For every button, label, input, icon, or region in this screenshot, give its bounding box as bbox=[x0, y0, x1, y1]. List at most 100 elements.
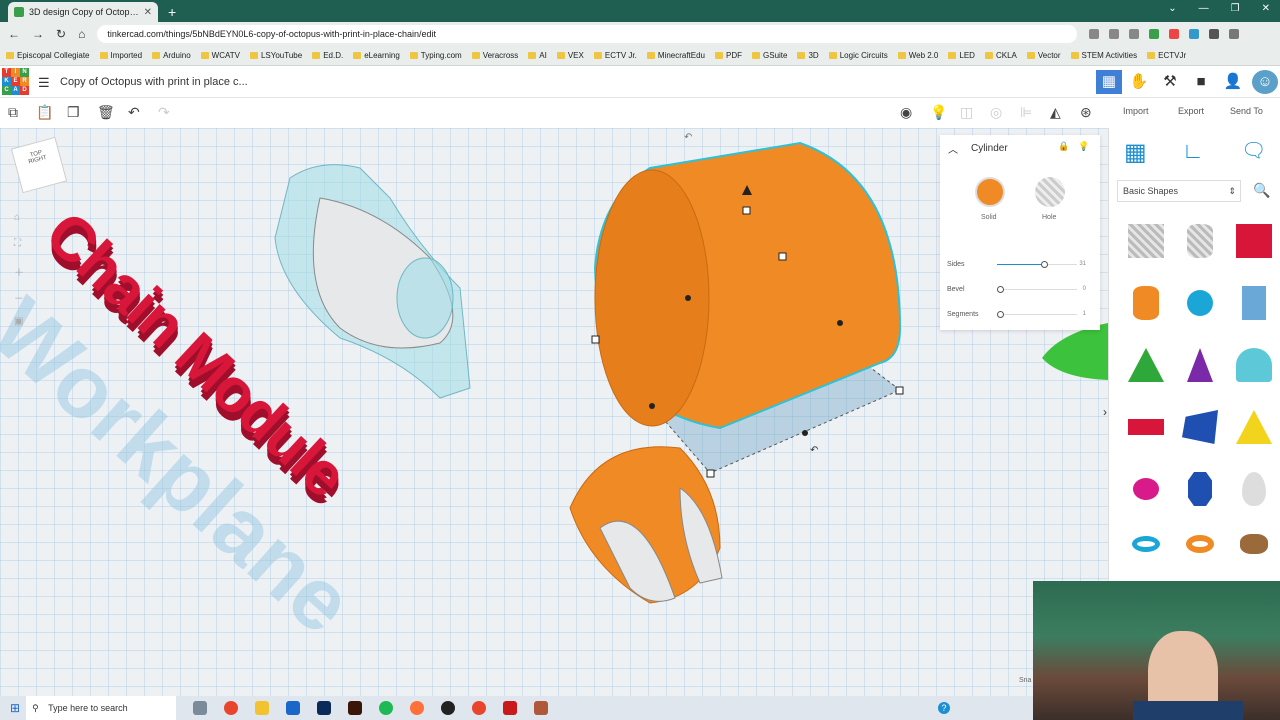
bookmark-item[interactable]: Ed.D. bbox=[312, 51, 343, 60]
paste-icon[interactable]: 📋 bbox=[36, 104, 53, 121]
bookmark-item[interactable]: Arduino bbox=[152, 51, 191, 60]
codeblocks-icon[interactable]: ■ bbox=[1188, 70, 1214, 94]
bookmark-item[interactable]: AI bbox=[528, 51, 547, 60]
collapse-inspector-icon[interactable]: ︿ bbox=[948, 141, 958, 156]
bookmark-item[interactable]: Logic Circuits bbox=[828, 51, 888, 60]
panel-collapse-chevron-icon[interactable]: › bbox=[1103, 405, 1107, 419]
lock-icon[interactable]: 🔒 bbox=[1058, 141, 1069, 152]
browser-tab[interactable]: 3D design Copy of Octopus with ✕ bbox=[8, 2, 158, 22]
bookmark-item[interactable]: eLearning bbox=[353, 51, 400, 60]
duplicate-icon[interactable]: ❐ bbox=[67, 104, 80, 121]
rotate-handle-icon[interactable]: ↶ bbox=[810, 445, 818, 456]
back-icon[interactable]: ← bbox=[8, 27, 20, 41]
design-list-icon[interactable]: ☰ bbox=[38, 75, 50, 91]
spotify-icon[interactable] bbox=[379, 701, 394, 715]
photoshop-icon[interactable] bbox=[317, 701, 332, 715]
url-field[interactable]: tinkercad.com/things/5bNBdEYN0L6-copy-of… bbox=[97, 25, 1078, 43]
prop-value[interactable]: 0 bbox=[1083, 286, 1086, 292]
heart-shape[interactable] bbox=[1240, 534, 1268, 554]
light-bulb-icon[interactable]: 💡 bbox=[930, 104, 947, 121]
firefox-icon[interactable] bbox=[410, 701, 425, 715]
extension-icon[interactable] bbox=[1149, 29, 1160, 39]
file-explorer-icon[interactable] bbox=[255, 701, 270, 715]
bookmark-item[interactable]: ECTV Jr. bbox=[593, 51, 637, 60]
add-user-icon[interactable]: 👤 bbox=[1220, 70, 1246, 94]
send-to-button[interactable]: Send To bbox=[1230, 106, 1263, 116]
bookmark-item[interactable]: GSuite bbox=[752, 51, 787, 60]
ungroup-icon[interactable]: ◎ bbox=[990, 104, 1002, 121]
align-icon[interactable]: ⊫ bbox=[1020, 104, 1032, 121]
roof-shape[interactable] bbox=[1128, 348, 1164, 382]
bookmark-item[interactable]: Typing.com bbox=[409, 51, 462, 60]
bookmark-item[interactable]: Imported bbox=[99, 51, 142, 60]
search-icon[interactable]: 🔍 bbox=[1253, 182, 1270, 199]
sphere-shape[interactable] bbox=[1187, 290, 1213, 316]
text-shape[interactable] bbox=[1128, 419, 1164, 435]
wedge-shape[interactable] bbox=[1182, 410, 1218, 444]
app-icon[interactable] bbox=[441, 701, 456, 715]
octopus-body-shape[interactable] bbox=[274, 164, 471, 399]
prop-slider-knob[interactable] bbox=[1041, 261, 1048, 268]
taskbar-search[interactable]: ⚲ Type here to search bbox=[26, 696, 177, 720]
prop-slider-knob[interactable] bbox=[997, 311, 1004, 318]
scribble-shape[interactable] bbox=[1242, 286, 1266, 320]
redo-icon[interactable]: ↷ bbox=[158, 104, 170, 121]
acrobat-icon[interactable] bbox=[503, 701, 518, 715]
pyramid-shape[interactable] bbox=[1236, 410, 1272, 444]
bookmark-item[interactable]: LSYouTube bbox=[249, 51, 302, 60]
home-icon[interactable]: ⌂ bbox=[78, 27, 85, 41]
bookmark-item[interactable]: Veracross bbox=[471, 51, 518, 60]
workplane-icon[interactable]: ▦ bbox=[1124, 138, 1147, 167]
bookmark-item[interactable]: Vector bbox=[1026, 51, 1061, 60]
3d-view-grid-icon[interactable]: ▦ bbox=[1096, 70, 1122, 94]
polygon-shape[interactable] bbox=[1188, 472, 1212, 506]
tab-close-icon[interactable]: ✕ bbox=[144, 7, 152, 18]
notes-icon[interactable]: 🗨 bbox=[1241, 138, 1266, 163]
bookmark-star-icon[interactable] bbox=[1129, 29, 1140, 39]
bookmark-item[interactable]: 3D bbox=[797, 51, 819, 60]
torus-shape[interactable] bbox=[1132, 536, 1160, 552]
prop-value[interactable]: 1 bbox=[1083, 311, 1086, 317]
tinkercad-logo[interactable]: TIN KER CAD bbox=[2, 68, 29, 95]
half-sphere-shape[interactable] bbox=[1133, 478, 1159, 500]
orange-octopus-head-shape[interactable] bbox=[569, 446, 723, 604]
windows-start-icon[interactable]: ⊞ bbox=[10, 701, 20, 715]
circuits-icon[interactable]: ⚒ bbox=[1157, 70, 1183, 94]
prop-slider-track[interactable] bbox=[997, 261, 1077, 268]
bookmark-item[interactable]: Web 2.0 bbox=[897, 51, 938, 60]
hand-icon[interactable]: ✋ bbox=[1126, 70, 1152, 94]
extension-icon[interactable] bbox=[1189, 29, 1200, 39]
light-bulb-icon[interactable]: 💡 bbox=[1078, 141, 1089, 152]
prop-value[interactable]: 31 bbox=[1079, 261, 1086, 267]
reload-icon[interactable]: ↻ bbox=[56, 27, 66, 41]
undo-icon[interactable]: ↶ bbox=[128, 104, 140, 121]
paraboloid-shape[interactable] bbox=[1242, 472, 1266, 506]
green-shape[interactable] bbox=[1042, 323, 1108, 380]
design-title[interactable]: Copy of Octopus with print in place c... bbox=[60, 76, 248, 88]
prop-slider-knob[interactable] bbox=[997, 286, 1004, 293]
shape-category-dropdown[interactable]: Basic Shapes ⇕ bbox=[1117, 180, 1241, 202]
chrome-icon[interactable] bbox=[224, 701, 239, 715]
delete-icon[interactable]: 🗑 bbox=[97, 104, 115, 121]
copy-icon[interactable]: ⧉ bbox=[8, 104, 18, 121]
cruise-icon[interactable]: ⊛ bbox=[1080, 104, 1092, 121]
bookmark-item[interactable]: PDF bbox=[715, 51, 742, 60]
bookmark-item[interactable]: LED bbox=[948, 51, 975, 60]
rotate-handle-icon[interactable]: ↶ bbox=[684, 132, 692, 143]
bookmark-item[interactable]: MinecraftEdu bbox=[646, 51, 705, 60]
import-button[interactable]: Import bbox=[1123, 106, 1149, 116]
box-shape[interactable] bbox=[1236, 224, 1272, 258]
close-window-button[interactable]: ✕ bbox=[1262, 3, 1270, 14]
puzzle-icon[interactable] bbox=[1209, 29, 1220, 39]
cylinder-shape[interactable] bbox=[1133, 286, 1159, 320]
task-view-icon[interactable] bbox=[193, 701, 208, 715]
mail-icon[interactable] bbox=[286, 701, 301, 715]
avatar[interactable]: ☺ bbox=[1252, 70, 1278, 94]
bookmark-item[interactable]: STEM Activities bbox=[1070, 51, 1137, 60]
chrome-active-icon[interactable] bbox=[472, 701, 487, 715]
app-icon[interactable] bbox=[534, 701, 549, 715]
mirror-icon[interactable]: ◭ bbox=[1050, 104, 1061, 121]
solid-color-swatch[interactable] bbox=[975, 177, 1005, 207]
bookmark-item[interactable]: WCATV bbox=[200, 51, 240, 60]
box-hole-shape[interactable] bbox=[1128, 224, 1164, 258]
